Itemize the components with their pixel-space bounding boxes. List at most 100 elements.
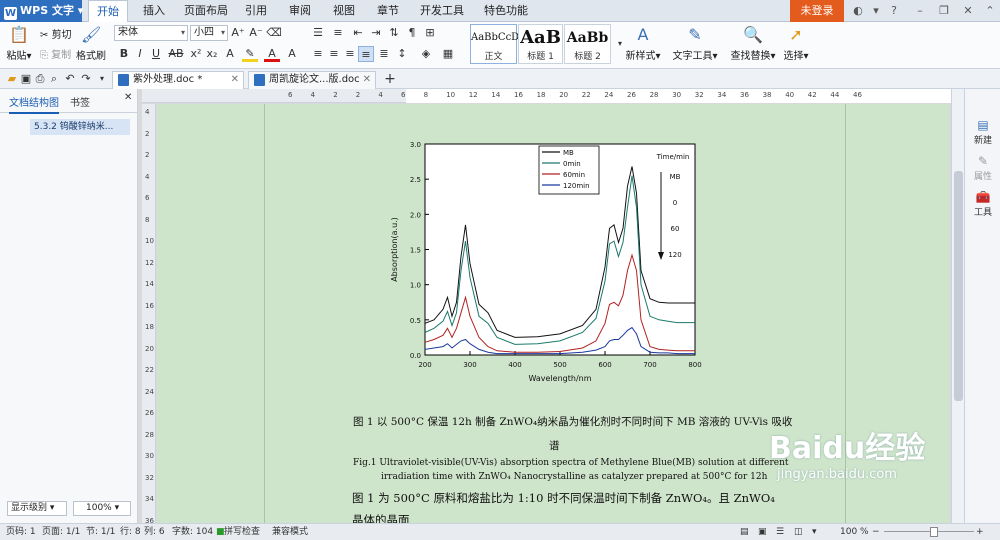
nav-zoom-dropdown[interactable]: 100% ▾ — [73, 501, 131, 516]
close-icon[interactable]: ✕ — [960, 3, 976, 19]
superscript-button[interactable]: x² — [188, 46, 204, 62]
restore-icon[interactable]: ❐ — [936, 3, 952, 19]
sort-button[interactable]: ⇅ — [386, 25, 402, 41]
text-effect-button[interactable]: A — [222, 46, 238, 62]
format-painter-button[interactable]: 🖌 格式刷 — [76, 25, 106, 62]
tab-outline[interactable]: 文档结构图 — [9, 94, 59, 114]
tab-developer[interactable]: 开发工具 — [414, 0, 470, 22]
tab-page-layout[interactable]: 页面布局 — [180, 0, 232, 22]
cut-button[interactable]: ✂ 剪切 — [40, 26, 72, 41]
view-web-icon[interactable]: ◫ — [794, 524, 803, 540]
decrease-indent-button[interactable]: ⇤ — [350, 25, 366, 41]
style-heading-2[interactable]: AaBb 标题 2 — [564, 24, 611, 64]
status-zoom[interactable]: 100 % — [840, 524, 869, 540]
tab-view[interactable]: 视图 — [326, 0, 362, 22]
status-pages[interactable]: 页面: 1/1 — [42, 524, 80, 540]
scroll-thumb[interactable] — [954, 171, 963, 401]
clear-format-button[interactable]: ⌫ — [266, 25, 282, 41]
tab-references[interactable]: 引用 — [238, 0, 274, 22]
status-section[interactable]: 节: 1/1 — [86, 524, 115, 540]
line-spacing-button[interactable]: ↕ — [394, 46, 410, 62]
font-size-combo[interactable]: 小四 ▾ — [190, 25, 228, 41]
tools-pane-button[interactable]: 🧰 工具 — [965, 189, 1000, 218]
align-center-button[interactable]: ≡ — [326, 46, 342, 62]
status-row[interactable]: 行: 8 — [120, 524, 141, 540]
login-button[interactable]: 未登录 — [790, 0, 844, 22]
view-read-icon[interactable]: ▤ — [740, 524, 749, 540]
vertical-scrollbar[interactable] — [951, 89, 964, 523]
new-pane-button[interactable]: ▤ 新建 — [965, 117, 1000, 146]
italic-button[interactable]: I — [132, 46, 148, 62]
view-more-icon[interactable]: ▾ — [812, 524, 817, 540]
increase-indent-button[interactable]: ⇥ — [368, 25, 384, 41]
status-spell[interactable]: 拼写检查 — [224, 524, 260, 540]
underline-button[interactable]: U — [148, 46, 164, 62]
zoom-out-icon[interactable]: − — [872, 524, 880, 540]
ribbon-collapse-icon[interactable]: ⌃ — [982, 3, 998, 19]
status-page-no[interactable]: 页码: 1 — [6, 524, 36, 540]
undo-icon[interactable]: ↶ — [62, 71, 78, 87]
close-tab-icon[interactable]: ✕ — [231, 72, 239, 88]
app-menu-button[interactable]: W WPS 文字 ▾ — [0, 0, 83, 22]
outline-item[interactable]: 5.3.2 钨酸锌纳米... — [30, 119, 130, 135]
skin-icon[interactable]: ◐ — [850, 3, 866, 19]
preview-icon[interactable]: ⌕ — [46, 71, 62, 87]
strikethrough-button[interactable]: AB — [166, 46, 186, 62]
zoom-slider-handle[interactable] — [930, 527, 938, 537]
close-pane-icon[interactable]: ✕ — [124, 92, 132, 103]
text-tools-button[interactable]: ✎ 文字工具▾ — [672, 25, 718, 62]
shading-button[interactable]: ◈ — [418, 46, 434, 62]
new-tab-icon[interactable]: + — [382, 71, 398, 87]
align-left-button[interactable]: ≡ — [310, 46, 326, 62]
zoom-in-icon[interactable]: + — [976, 524, 984, 540]
justify-button[interactable]: ≡ — [358, 46, 374, 62]
bold-button[interactable]: B — [116, 46, 132, 62]
view-page-icon[interactable]: ▣ — [758, 524, 767, 540]
tab-chapter[interactable]: 章节 — [370, 0, 406, 22]
shirt-icon[interactable]: ▾ — [868, 3, 884, 19]
align-right-button[interactable]: ≡ — [342, 46, 358, 62]
page[interactable]: 200 300 400 500 600 700 800 0.0 0.5 1.0 1.5 2.0 2.5 3… — [264, 104, 846, 523]
help-icon[interactable]: ? — [886, 3, 902, 19]
numbering-button[interactable]: ≡ — [330, 25, 346, 41]
status-col[interactable]: 列: 6 — [144, 524, 165, 540]
props-pane-button[interactable]: ✎ 属性 — [965, 153, 1000, 182]
select-button[interactable]: ➚ 选择▾ — [782, 25, 810, 62]
display-level-dropdown[interactable]: 显示级别 ▾ — [7, 501, 67, 516]
find-replace-button[interactable]: 🔍 查找替换▾ — [730, 25, 776, 62]
redo-icon[interactable]: ↷ — [78, 71, 94, 87]
doc-tab-active[interactable]: 紫外处理.doc * ✕ — [112, 71, 244, 89]
tab-bookmark[interactable]: 书签 — [70, 94, 90, 109]
doc-tab[interactable]: 周凯旋论文...版.doc ✕ — [248, 71, 376, 89]
status-words[interactable]: 字数: 104 — [172, 524, 213, 540]
tab-home[interactable]: 开始 — [88, 0, 128, 23]
close-tab-icon[interactable]: ✕ — [363, 72, 371, 88]
shrink-font-button[interactable]: A⁻ — [248, 25, 264, 41]
font-name-combo[interactable]: 宋体 ▾ — [114, 25, 188, 41]
grow-font-button[interactable]: A⁺ — [230, 25, 246, 41]
tab-features[interactable]: 特色功能 — [476, 0, 536, 22]
subscript-button[interactable]: x₂ — [204, 46, 220, 62]
tab-review[interactable]: 审阅 — [282, 0, 318, 22]
distribute-button[interactable]: ≣ — [376, 46, 392, 62]
borders-button[interactable]: ▦ — [440, 46, 456, 62]
highlight-button[interactable]: ✎ — [242, 46, 258, 62]
paste-button[interactable]: 📋 粘贴▾ — [5, 25, 33, 62]
quick-access-more-icon[interactable]: ▾ — [94, 71, 110, 87]
copy-button[interactable]: ⎘ 复制 — [40, 46, 71, 61]
table-button[interactable]: ⊞ — [422, 25, 438, 41]
bullets-button[interactable]: ☰ — [310, 25, 326, 41]
tab-insert[interactable]: 插入 — [136, 0, 172, 22]
view-outline-icon[interactable]: ☰ — [776, 524, 784, 540]
style-heading-1[interactable]: AaB 标题 1 — [518, 24, 563, 64]
zoom-slider-track[interactable] — [884, 531, 974, 532]
horizontal-ruler[interactable]: 6 4 2 2 4 6 8 10 12 14 16 18 20 22 24 26 28 30 32 34 36 38 40 4… — [142, 89, 988, 103]
style-normal[interactable]: AaBbCcD 正文 — [470, 24, 519, 64]
minimize-icon[interactable]: – — [912, 3, 928, 19]
char-shading-button[interactable]: A — [284, 46, 300, 62]
show-marks-button[interactable]: ¶ — [404, 25, 420, 41]
font-color-button[interactable]: A — [264, 46, 280, 62]
vertical-ruler[interactable]: 4 2 2 4 6 8 10 12 14 16 18 20 22 24 26 28 30 32 34 36 — [142, 104, 156, 525]
title-bar: W WPS 文字 ▾ 开始 插入 页面布局 引用 审阅 视图 章节 开发工具 特色… — [0, 0, 1000, 23]
new-style-button[interactable]: A 新样式▾ — [624, 25, 662, 62]
